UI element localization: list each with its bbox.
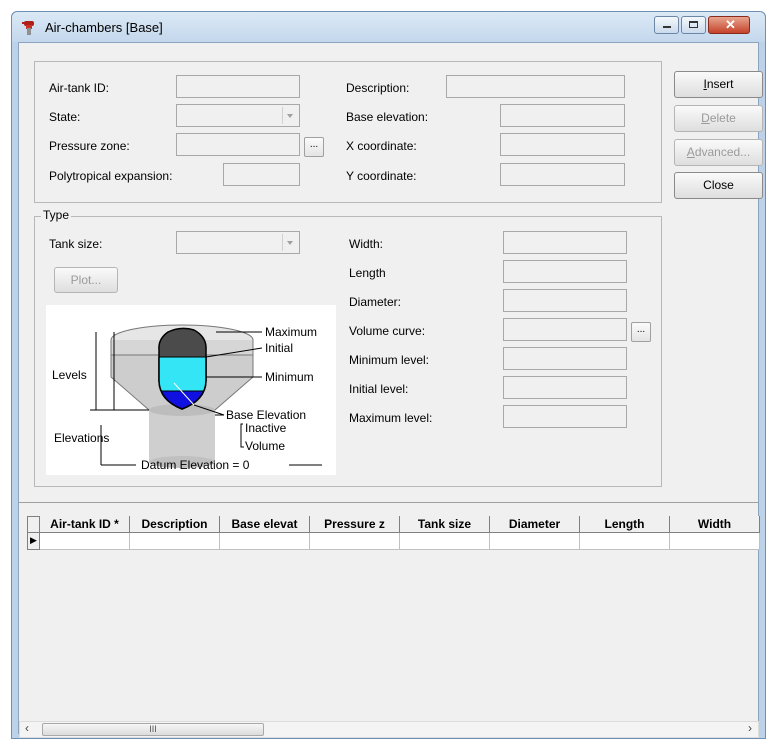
type-group-legend: Type (41, 208, 72, 222)
scroll-left-icon[interactable]: ‹ (25, 721, 29, 735)
chevron-down-icon[interactable] (282, 107, 297, 124)
maximum-level-field[interactable] (503, 405, 627, 428)
grid-cell[interactable] (220, 533, 310, 550)
maximum-level-label: Maximum level: (349, 411, 433, 425)
grid-column-header[interactable]: Length (580, 516, 670, 533)
x-coordinate-label: X coordinate: (346, 139, 417, 153)
polytropical-field[interactable] (223, 163, 300, 186)
tap-valve-icon (22, 21, 34, 35)
horizontal-scrollbar[interactable]: ‹ III › (19, 721, 759, 738)
width-label: Width: (349, 237, 384, 251)
row-pointer-icon: ▶ (30, 535, 37, 545)
grid-cell[interactable] (400, 533, 490, 550)
chevron-down-icon[interactable] (282, 234, 297, 251)
grid-column-header[interactable]: Pressure z (310, 516, 400, 533)
air-tank-id-field[interactable] (176, 75, 300, 98)
close-icon: ✕ (725, 17, 736, 32)
initial-level-label: Initial level: (349, 382, 409, 396)
row-indicator-cell[interactable]: ▶ (27, 533, 40, 550)
diagram-volume-label: Volume (245, 439, 285, 453)
grid-cell[interactable] (580, 533, 670, 550)
initial-level-field[interactable] (503, 376, 627, 399)
volume-curve-browse-button[interactable]: ... (631, 322, 651, 342)
insert-button[interactable]: Insert (674, 71, 763, 98)
description-field[interactable] (446, 75, 625, 98)
diagram-maximum-label: Maximum (265, 325, 317, 339)
diameter-label: Diameter: (349, 295, 402, 309)
polytropical-label: Polytropical expansion: (49, 169, 173, 183)
air-tank-grid[interactable]: ▶ Air-tank ID * Description Base elevat Pre… (19, 502, 760, 734)
maximize-button[interactable] (681, 16, 706, 34)
diagram-inactive-label: Inactive (245, 421, 287, 435)
minimize-icon (663, 26, 671, 28)
grid-cell[interactable] (670, 533, 760, 550)
air-chambers-window: Air-chambers [Base] ✕ Air-tank ID: State… (11, 11, 766, 739)
grid-cell[interactable] (130, 533, 220, 550)
window-title: Air-chambers [Base] (45, 20, 163, 35)
diagram-minimum-label: Minimum (265, 370, 314, 384)
state-combo[interactable] (176, 104, 300, 127)
pressure-zone-browse-button[interactable]: ... (304, 137, 324, 157)
minimum-level-field[interactable] (503, 347, 627, 370)
diagram-elevations-label: Elevations (54, 431, 109, 445)
pressure-zone-label: Pressure zone: (49, 139, 130, 153)
air-tank-id-label: Air-tank ID: (49, 81, 110, 95)
grid-column-header[interactable]: Air-tank ID * (40, 516, 130, 533)
minimum-level-label: Minimum level: (349, 353, 430, 367)
grid-cell[interactable] (490, 533, 580, 550)
scrollbar-grip: III (149, 724, 157, 734)
grid-cell[interactable] (310, 533, 400, 550)
description-label: Description: (346, 81, 410, 95)
x-coordinate-field[interactable] (500, 133, 625, 156)
grid-column-header[interactable]: Tank size (400, 516, 490, 533)
tank-size-combo[interactable] (176, 231, 300, 254)
diagram-datum-label: Datum Elevation = 0 (141, 458, 250, 472)
plot-button[interactable]: Plot... (54, 267, 118, 293)
width-field[interactable] (503, 231, 627, 254)
volume-curve-field[interactable] (503, 318, 627, 341)
grid-corner-header (27, 516, 40, 533)
delete-button[interactable]: Delete (674, 105, 763, 132)
grid-column-header[interactable]: Description (130, 516, 220, 533)
pressure-zone-field[interactable] (176, 133, 300, 156)
grid-cell[interactable] (40, 533, 130, 550)
tank-diagram: Maximum Initial Minimum Levels Base Elev… (46, 305, 336, 475)
advanced-button[interactable]: Advanced... (674, 139, 763, 166)
maximize-icon (689, 21, 698, 28)
grid-column-header[interactable]: Base elevat (220, 516, 310, 533)
minimize-button[interactable] (654, 16, 679, 34)
tank-size-label: Tank size: (49, 237, 103, 251)
state-label: State: (49, 110, 81, 124)
diagram-initial-label: Initial (265, 341, 293, 355)
base-elevation-field[interactable] (500, 104, 625, 127)
diagram-levels-label: Levels (52, 368, 87, 382)
close-button[interactable]: Close (674, 172, 763, 199)
length-field[interactable] (503, 260, 627, 283)
base-elevation-label: Base elevation: (346, 110, 429, 124)
grid-column-header[interactable]: Width (670, 516, 760, 533)
diagram-base-elevation-label: Base Elevation (226, 408, 306, 422)
volume-curve-label: Volume curve: (349, 324, 426, 338)
title-bar[interactable]: Air-chambers [Base] ✕ (12, 12, 765, 42)
dialog-client-area: Air-tank ID: State: Pressure zone: ... P… (18, 42, 763, 734)
scrollbar-thumb[interactable]: III (42, 723, 264, 736)
y-coordinate-field[interactable] (500, 163, 625, 186)
length-label: Length (349, 266, 386, 280)
diameter-field[interactable] (503, 289, 627, 312)
grid-column-header[interactable]: Diameter (490, 516, 580, 533)
close-window-button[interactable]: ✕ (708, 16, 750, 34)
y-coordinate-label: Y coordinate: (346, 169, 417, 183)
scroll-right-icon[interactable]: › (748, 721, 752, 735)
